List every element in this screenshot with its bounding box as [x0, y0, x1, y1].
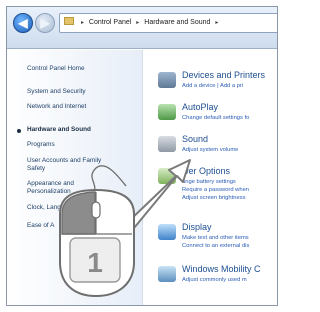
make-text-larger-link[interactable]: Make text and other items	[182, 235, 249, 241]
back-button[interactable]: ◀	[13, 13, 33, 33]
sound-title[interactable]: Sound	[182, 134, 208, 144]
current-item-bullet-icon	[17, 129, 21, 133]
left-navigation-pane: Control Panel Home System and Security N…	[7, 50, 143, 305]
forward-button[interactable]: ▶	[35, 13, 55, 33]
change-battery-settings-link[interactable]: ange battery settings	[182, 179, 236, 185]
sidebar-item-system-and-security[interactable]: System and Security	[27, 88, 86, 95]
connect-external-display-link[interactable]: Connect to an external dis	[182, 243, 249, 249]
power-options-title[interactable]: wer Options	[182, 166, 230, 176]
sidebar-item-network-and-internet[interactable]: Network and Internet	[27, 103, 86, 110]
change-default-settings-link[interactable]: Change default settings fo	[182, 115, 249, 121]
adjust-mobility-settings-link[interactable]: Adjust commonly used m	[182, 277, 247, 283]
add-device-link[interactable]: Add a device | Add a pri	[182, 83, 243, 89]
breadcrumb-separator-icon: ▸	[215, 20, 219, 26]
control-panel-window: ◀ ▶ ▸ Control Panel ▸ Hardware and Sound…	[6, 6, 278, 306]
back-arrow-icon: ◀	[18, 16, 28, 30]
sidebar-item-clock-language[interactable]: Clock, Lang	[27, 204, 61, 211]
sidebar-item-ease-of-access[interactable]: Ease of A	[27, 222, 54, 229]
sidebar-item-appearance[interactable]: Appearance and	[27, 180, 74, 187]
forward-arrow-icon: ▶	[40, 16, 50, 30]
speaker-icon	[158, 136, 176, 152]
display-title[interactable]: Display	[182, 222, 212, 232]
autoplay-icon	[158, 104, 176, 120]
require-password-link[interactable]: Require a password when	[182, 187, 249, 193]
devices-and-printers-title[interactable]: Devices and Printers	[182, 70, 265, 80]
printer-icon	[158, 72, 176, 88]
breadcrumb-separator-icon: ▸	[80, 20, 84, 26]
mobility-center-title[interactable]: Windows Mobility C	[182, 264, 261, 274]
breadcrumb-control-panel[interactable]: Control Panel	[89, 19, 131, 26]
autoplay-title[interactable]: AutoPlay	[182, 102, 218, 112]
display-monitor-icon	[158, 224, 176, 240]
breadcrumb-separator-icon: ▸	[136, 20, 140, 26]
add-device-link-text[interactable]: Add a device	[182, 83, 216, 89]
control-panel-folder-icon	[64, 17, 74, 25]
mobility-center-icon	[158, 266, 176, 282]
sidebar-item-hardware-and-sound[interactable]: Hardware and Sound	[27, 126, 91, 133]
sidebar-item-user-accounts-line2[interactable]: Safety	[27, 165, 45, 172]
breadcrumb-hardware-and-sound[interactable]: Hardware and Sound	[144, 19, 210, 26]
adjust-system-volume-link[interactable]: Adjust system volume	[182, 147, 238, 153]
sidebar-item-appearance-line2[interactable]: Personalization	[27, 188, 71, 195]
add-printer-link-text[interactable]: Add a pri	[220, 83, 243, 89]
control-panel-home-link[interactable]: Control Panel Home	[27, 65, 85, 72]
address-bar-area: ◀ ▶ ▸ Control Panel ▸ Hardware and Sound…	[7, 7, 277, 49]
address-box[interactable]: ▸ Control Panel ▸ Hardware and Sound ▸	[59, 13, 277, 33]
category-pane: Devices and Printers Add a device | Add …	[144, 50, 277, 305]
adjust-brightness-link[interactable]: Adjust screen brightness	[182, 195, 245, 201]
sidebar-item-programs[interactable]: Programs	[27, 141, 55, 148]
sidebar-item-user-accounts[interactable]: User Accounts and Family	[27, 157, 101, 164]
power-options-icon	[158, 168, 176, 184]
